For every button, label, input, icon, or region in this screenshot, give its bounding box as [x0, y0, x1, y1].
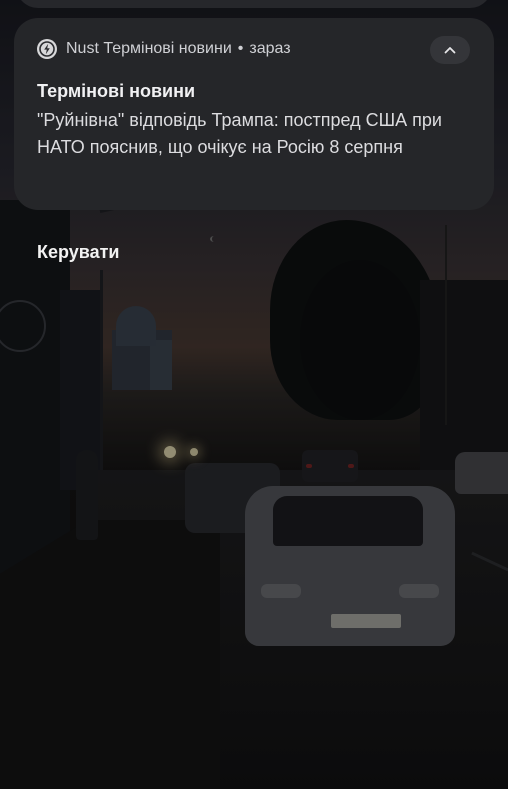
- header-separator: •: [237, 40, 244, 57]
- notification-title: Термінові новини: [37, 81, 196, 101]
- notification-body: "Руйнівна" відповідь Трампа: постпред СШ…: [37, 110, 442, 157]
- notification-time: зараз: [249, 40, 291, 57]
- manage-notifications-button[interactable]: Керувати: [37, 242, 120, 263]
- previous-notification-card[interactable]: [16, 0, 492, 8]
- chevron-up-icon: [444, 47, 456, 54]
- notification-card[interactable]: Nust Термінові новини • зараз Термінові …: [14, 18, 494, 210]
- notification-header: Nust Термінові новини • зараз: [37, 38, 470, 60]
- expand-button[interactable]: [430, 36, 470, 64]
- app-name: Nust Термінові новини: [66, 40, 232, 57]
- news-logo-icon: [37, 39, 57, 59]
